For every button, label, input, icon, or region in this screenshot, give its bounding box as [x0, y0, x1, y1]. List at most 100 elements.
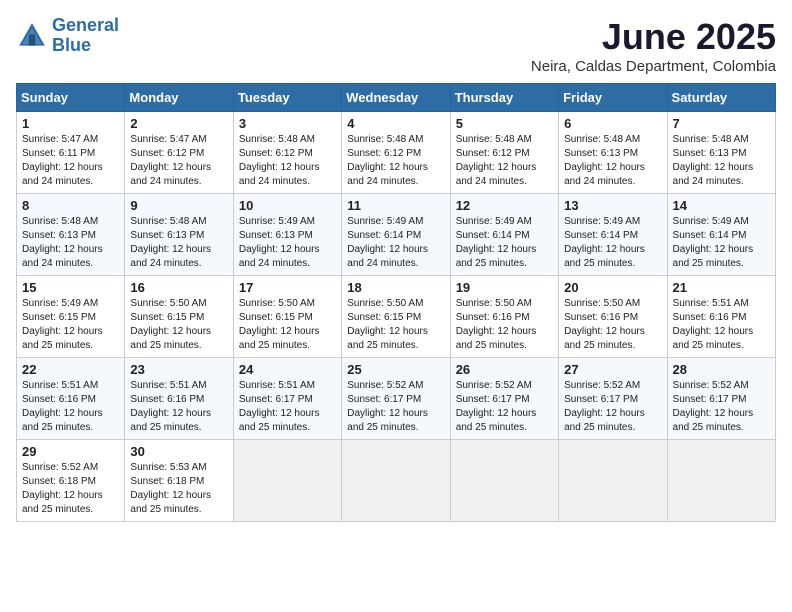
logo-line2: Blue [52, 35, 91, 55]
day-number: 7 [673, 116, 770, 131]
day-info: Sunrise: 5:47 AM Sunset: 6:11 PM Dayligh… [22, 133, 119, 189]
day-number: 30 [130, 444, 227, 459]
title-area: June 2025 Neira, Caldas Department, Colo… [531, 16, 776, 75]
day-number: 18 [347, 280, 444, 295]
day-number: 14 [673, 198, 770, 213]
calendar-cell: 20 Sunrise: 5:50 AM Sunset: 6:16 PM Dayli… [559, 276, 667, 358]
calendar-cell: 9Sunrise: 5:48 AM Sunset: 6:13 PM Daylig… [125, 194, 233, 276]
day-number: 25 [347, 362, 444, 377]
page-header: General Blue June 2025 Neira, Caldas Dep… [16, 16, 776, 75]
day-number: 16 [130, 280, 227, 295]
day-number: 10 [239, 198, 336, 213]
day-info: Sunrise: 5:48 AM Sunset: 6:13 PM Dayligh… [130, 215, 227, 271]
day-info: Sunrise: 5:49 AM Sunset: 6:14 PM Dayligh… [564, 215, 661, 271]
calendar-table: SundayMondayTuesdayWednesdayThursdayFrid… [16, 83, 776, 522]
calendar-cell: 5Sunrise: 5:48 AM Sunset: 6:12 PM Daylig… [450, 112, 558, 194]
day-info: Sunrise: 5:52 AM Sunset: 6:18 PM Dayligh… [22, 461, 119, 517]
calendar-cell: 15Sunrise: 5:49 AM Sunset: 6:15 PM Dayli… [17, 276, 125, 358]
weekday-header-wednesday: Wednesday [342, 84, 450, 112]
calendar-cell: 17 Sunrise: 5:50 AM Sunset: 6:15 PM Dayli… [233, 276, 341, 358]
day-number: 21 [673, 280, 770, 295]
day-info: Sunrise: 5:50 AM Sunset: 6:15 PM Dayligh… [239, 297, 336, 353]
calendar-cell: 4 Sunrise: 5:48 AM Sunset: 6:12 PM Daylig… [342, 112, 450, 194]
day-info: Sunrise: 5:48 AM Sunset: 6:13 PM Dayligh… [564, 133, 661, 189]
day-number: 3 [239, 116, 336, 131]
weekday-header-sunday: Sunday [17, 84, 125, 112]
logo: General Blue [16, 16, 119, 56]
day-info: Sunrise: 5:51 AM Sunset: 6:16 PM Dayligh… [673, 297, 770, 353]
calendar-cell: 30 Sunrise: 5:53 AM Sunset: 6:18 PM Dayli… [125, 440, 233, 522]
day-number: 24 [239, 362, 336, 377]
calendar-cell [450, 440, 558, 522]
day-number: 26 [456, 362, 553, 377]
day-number: 13 [564, 198, 661, 213]
day-number: 12 [456, 198, 553, 213]
day-info: Sunrise: 5:50 AM Sunset: 6:16 PM Dayligh… [564, 297, 661, 353]
day-info: Sunrise: 5:48 AM Sunset: 6:12 PM Dayligh… [347, 133, 444, 189]
day-number: 19 [456, 280, 553, 295]
day-info: Sunrise: 5:48 AM Sunset: 6:13 PM Dayligh… [22, 215, 119, 271]
day-number: 4 [347, 116, 444, 131]
day-number: 17 [239, 280, 336, 295]
calendar-cell [233, 440, 341, 522]
calendar-cell: 23 Sunrise: 5:51 AM Sunset: 6:16 PM Dayli… [125, 358, 233, 440]
calendar-cell [342, 440, 450, 522]
day-info: Sunrise: 5:50 AM Sunset: 6:15 PM Dayligh… [347, 297, 444, 353]
calendar-cell: 3 Sunrise: 5:48 AM Sunset: 6:12 PM Daylig… [233, 112, 341, 194]
day-number: 23 [130, 362, 227, 377]
day-number: 1 [22, 116, 119, 131]
day-info: Sunrise: 5:49 AM Sunset: 6:14 PM Dayligh… [456, 215, 553, 271]
day-info: Sunrise: 5:50 AM Sunset: 6:15 PM Dayligh… [130, 297, 227, 353]
day-info: Sunrise: 5:50 AM Sunset: 6:16 PM Dayligh… [456, 297, 553, 353]
day-info: Sunrise: 5:48 AM Sunset: 6:12 PM Dayligh… [239, 133, 336, 189]
day-number: 28 [673, 362, 770, 377]
weekday-header-row: SundayMondayTuesdayWednesdayThursdayFrid… [17, 84, 776, 112]
weekday-header-monday: Monday [125, 84, 233, 112]
day-info: Sunrise: 5:52 AM Sunset: 6:17 PM Dayligh… [456, 379, 553, 435]
day-info: Sunrise: 5:52 AM Sunset: 6:17 PM Dayligh… [673, 379, 770, 435]
calendar-cell: 28 Sunrise: 5:52 AM Sunset: 6:17 PM Dayli… [667, 358, 775, 440]
calendar-cell [667, 440, 775, 522]
day-number: 5 [456, 116, 553, 131]
calendar-cell: 18 Sunrise: 5:50 AM Sunset: 6:15 PM Dayli… [342, 276, 450, 358]
calendar-cell: 21 Sunrise: 5:51 AM Sunset: 6:16 PM Dayli… [667, 276, 775, 358]
day-info: Sunrise: 5:51 AM Sunset: 6:16 PM Dayligh… [130, 379, 227, 435]
month-title: June 2025 [531, 16, 776, 58]
calendar-cell: 6Sunrise: 5:48 AM Sunset: 6:13 PM Daylig… [559, 112, 667, 194]
calendar-cell: 13 Sunrise: 5:49 AM Sunset: 6:14 PM Dayli… [559, 194, 667, 276]
calendar-week-row: 22 Sunrise: 5:51 AM Sunset: 6:16 PM Dayli… [17, 358, 776, 440]
calendar-cell: 26 Sunrise: 5:52 AM Sunset: 6:17 PM Dayli… [450, 358, 558, 440]
day-number: 15 [22, 280, 119, 295]
calendar-week-row: 1 Sunrise: 5:47 AM Sunset: 6:11 PM Daylig… [17, 112, 776, 194]
calendar-cell: 22Sunrise: 5:51 AM Sunset: 6:16 PM Dayli… [17, 358, 125, 440]
day-number: 11 [347, 198, 444, 213]
calendar-cell: 25 Sunrise: 5:52 AM Sunset: 6:17 PM Dayli… [342, 358, 450, 440]
calendar-cell: 27Sunrise: 5:52 AM Sunset: 6:17 PM Dayli… [559, 358, 667, 440]
calendar-cell: 29Sunrise: 5:52 AM Sunset: 6:18 PM Dayli… [17, 440, 125, 522]
day-number: 20 [564, 280, 661, 295]
weekday-header-thursday: Thursday [450, 84, 558, 112]
calendar-cell: 19 Sunrise: 5:50 AM Sunset: 6:16 PM Dayli… [450, 276, 558, 358]
calendar-cell [559, 440, 667, 522]
calendar-cell: 16 Sunrise: 5:50 AM Sunset: 6:15 PM Dayli… [125, 276, 233, 358]
day-info: Sunrise: 5:53 AM Sunset: 6:18 PM Dayligh… [130, 461, 227, 517]
day-number: 22 [22, 362, 119, 377]
logo-icon [16, 20, 48, 52]
day-info: Sunrise: 5:48 AM Sunset: 6:13 PM Dayligh… [673, 133, 770, 189]
calendar-week-row: 8 Sunrise: 5:48 AM Sunset: 6:13 PM Daylig… [17, 194, 776, 276]
day-number: 2 [130, 116, 227, 131]
day-info: Sunrise: 5:52 AM Sunset: 6:17 PM Dayligh… [347, 379, 444, 435]
logo-line1: General [52, 15, 119, 35]
calendar-cell: 8 Sunrise: 5:48 AM Sunset: 6:13 PM Daylig… [17, 194, 125, 276]
calendar-cell: 11 Sunrise: 5:49 AM Sunset: 6:14 PM Dayli… [342, 194, 450, 276]
calendar-cell: 7 Sunrise: 5:48 AM Sunset: 6:13 PM Daylig… [667, 112, 775, 194]
weekday-header-tuesday: Tuesday [233, 84, 341, 112]
day-info: Sunrise: 5:49 AM Sunset: 6:14 PM Dayligh… [347, 215, 444, 271]
day-info: Sunrise: 5:49 AM Sunset: 6:14 PM Dayligh… [673, 215, 770, 271]
day-info: Sunrise: 5:52 AM Sunset: 6:17 PM Dayligh… [564, 379, 661, 435]
location-title: Neira, Caldas Department, Colombia [531, 58, 776, 75]
calendar-cell: 2Sunrise: 5:47 AM Sunset: 6:12 PM Daylig… [125, 112, 233, 194]
weekday-header-friday: Friday [559, 84, 667, 112]
day-number: 8 [22, 198, 119, 213]
calendar-cell: 24Sunrise: 5:51 AM Sunset: 6:17 PM Dayli… [233, 358, 341, 440]
